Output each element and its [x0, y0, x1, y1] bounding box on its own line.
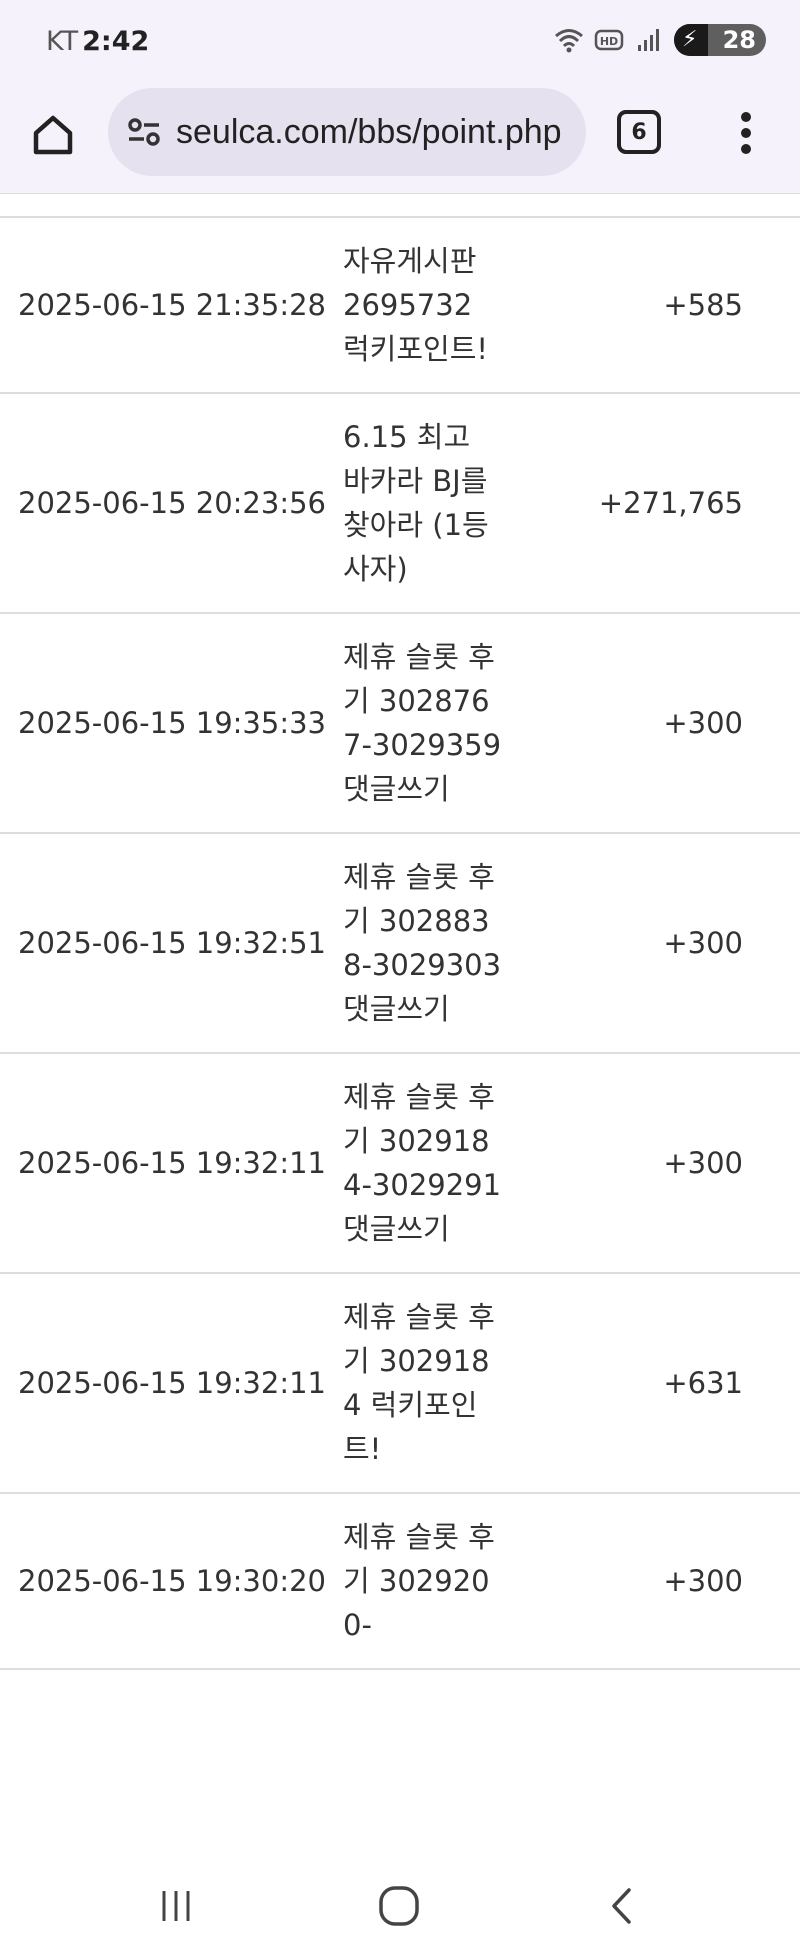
point-history: 2025-06-15 21:35:28 자유게시판 2695732 럭키포인트!… — [0, 194, 800, 1856]
carrier-time: KT 2:42 — [46, 26, 149, 57]
clock: 2:42 — [82, 26, 150, 57]
row-datetime: 2025-06-15 20:23:56 — [0, 393, 343, 614]
row-datetime: 2025-06-15 19:30:20 — [0, 1493, 343, 1670]
row-points: +300 — [503, 613, 800, 834]
table-row: 2025-06-15 20:23:56 6.15 최고 바카라 BJ를 찾아라 … — [0, 393, 800, 614]
carrier-label: KT — [46, 26, 79, 57]
row-points: +585 — [503, 218, 800, 394]
back-icon[interactable] — [592, 1876, 652, 1936]
hd-voice-icon: HD — [594, 25, 624, 55]
row-points: +300 — [503, 833, 800, 1054]
battery-level: 28 — [722, 26, 756, 54]
tab-switcher-icon[interactable]: 6 — [617, 110, 661, 154]
row-datetime: 2025-06-15 19:32:11 — [0, 1273, 343, 1494]
row-datetime: 2025-06-15 19:32:51 — [0, 833, 343, 1054]
row-description: 자유게시판 2695732 럭키포인트! — [343, 218, 503, 394]
row-description: 제휴 슬롯 후기 3029200- — [343, 1493, 503, 1670]
recent-apps-icon[interactable] — [146, 1876, 206, 1936]
home-circle-icon[interactable] — [369, 1876, 429, 1936]
site-settings-icon[interactable] — [124, 112, 164, 152]
home-icon[interactable] — [26, 108, 80, 162]
row-points: +631 — [503, 1273, 800, 1494]
row-description: 제휴 슬롯 후기 3029184 럭키포인트! — [343, 1273, 503, 1494]
row-description: 제휴 슬롯 후기 3028838-3029303 댓글쓰기 — [343, 833, 503, 1054]
row-datetime: 2025-06-15 19:32:11 — [0, 1053, 343, 1274]
row-points: +300 — [503, 1053, 800, 1274]
tab-count: 6 — [631, 119, 647, 145]
system-nav-bar — [0, 1856, 800, 1956]
row-points: +300 — [503, 1493, 800, 1670]
status-icons: HD ⚡ 28 — [554, 24, 766, 56]
row-description: 6.15 최고 바카라 BJ를 찾아라 (1등 사자) — [343, 393, 503, 614]
row-datetime: 2025-06-15 19:35:33 — [0, 613, 343, 834]
table-row: 2025-06-15 19:32:11 제휴 슬롯 후기 3029184-302… — [0, 1053, 800, 1274]
row-description: 제휴 슬롯 후기 3029184-3029291 댓글쓰기 — [343, 1053, 503, 1274]
status-bar: KT 2:42 HD ⚡ 28 — [0, 0, 800, 86]
row-datetime: 2025-06-15 21:35:28 — [0, 218, 343, 394]
point-history-table: 2025-06-15 21:35:28 자유게시판 2695732 럭키포인트!… — [0, 218, 800, 1670]
wifi-icon — [554, 25, 584, 55]
signal-icon — [634, 25, 664, 55]
browser-toolbar: seulca.com/bbs/point.php 6 — [0, 86, 800, 194]
table-row: 2025-06-15 19:30:20 제휴 슬롯 후기 3029200- +3… — [0, 1493, 800, 1670]
address-bar[interactable]: seulca.com/bbs/point.php — [108, 88, 586, 176]
table-row: 2025-06-15 19:32:11 제휴 슬롯 후기 3029184 럭키포… — [0, 1273, 800, 1494]
table-row: 2025-06-15 21:35:28 자유게시판 2695732 럭키포인트!… — [0, 218, 800, 394]
table-row: 2025-06-15 19:32:51 제휴 슬롯 후기 3028838-302… — [0, 833, 800, 1054]
battery-charging-icon: ⚡ 28 — [674, 24, 766, 56]
url-text[interactable]: seulca.com/bbs/point.php — [176, 113, 562, 152]
more-menu-icon[interactable] — [728, 106, 764, 160]
table-row: 2025-06-15 19:35:33 제휴 슬롯 후기 3028767-302… — [0, 613, 800, 834]
svg-text:HD: HD — [600, 35, 618, 48]
row-description: 제휴 슬롯 후기 3028767-3029359 댓글쓰기 — [343, 613, 503, 834]
row-points: +271,765 — [503, 393, 800, 614]
